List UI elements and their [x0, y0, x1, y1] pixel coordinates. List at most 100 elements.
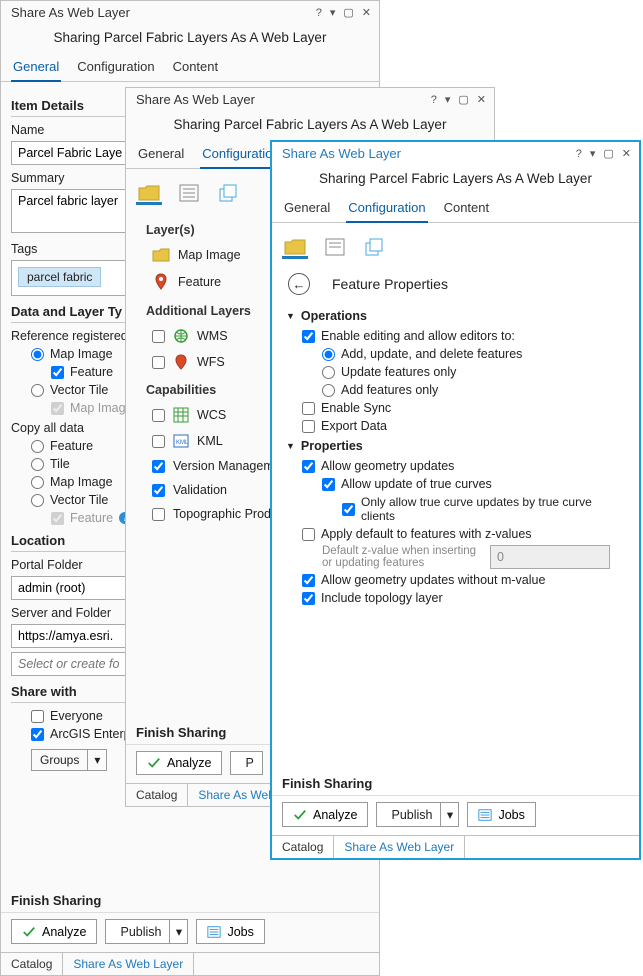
pane-feature-properties: Share As Web Layer ? ▾ ▢ ✕ Sharing Parce…	[270, 140, 641, 860]
tab-configuration[interactable]: Configuration	[346, 196, 427, 223]
radio-copy-vector-tile-label: Vector Tile	[50, 493, 108, 507]
analyze-button[interactable]: Analyze	[282, 802, 368, 827]
chevron-down-icon: ▾	[87, 750, 106, 770]
enable-editing-label: Enable editing and allow editors to:	[321, 329, 515, 343]
radio-update-only[interactable]	[322, 366, 335, 379]
collapse-icon[interactable]: ▼	[286, 441, 295, 451]
publish-button[interactable]: Publish ▾	[376, 802, 459, 827]
titlebar: Share As Web Layer ? ▾ ▢ ✕	[1, 1, 379, 22]
apply-default-z-label: Apply default to features with z-values	[321, 527, 532, 541]
radio-copy-vector-tile[interactable]	[31, 494, 44, 507]
wms-icon	[173, 328, 189, 344]
bottom-tab-catalog[interactable]: Catalog	[1, 953, 63, 975]
tab-general[interactable]: General	[282, 196, 332, 222]
layers-icon[interactable]	[216, 183, 242, 205]
check-export-data[interactable]	[302, 420, 315, 433]
jobs-button[interactable]: Jobs	[467, 802, 535, 827]
tab-content[interactable]: Content	[171, 55, 221, 81]
radio-copy-map-image[interactable]	[31, 476, 44, 489]
check-include-topology[interactable]	[302, 592, 315, 605]
svg-text:KML: KML	[176, 440, 189, 446]
radio-map-image[interactable]	[31, 348, 44, 361]
properties-icon[interactable]	[176, 183, 202, 205]
publish-button[interactable]: P	[230, 751, 262, 775]
window-box-icon[interactable]: ▢	[458, 93, 468, 106]
publish-dropdown[interactable]: ▾	[170, 919, 188, 944]
help-icon[interactable]: ?	[316, 7, 322, 19]
capabilities-heading: Capabilities	[146, 383, 216, 397]
folder-icon[interactable]	[282, 237, 308, 259]
groups-dropdown[interactable]: Groups▾	[31, 749, 107, 771]
collapse-icon[interactable]: ▼	[286, 311, 295, 321]
check-allow-geometry[interactable]	[302, 460, 315, 473]
add-only-label: Add features only	[341, 383, 438, 397]
analyze-button[interactable]: Analyze	[11, 919, 97, 944]
check-validation[interactable]	[152, 484, 165, 497]
radio-vector-tile[interactable]	[31, 384, 44, 397]
close-icon[interactable]: ✕	[477, 93, 486, 106]
check-feature[interactable]	[51, 366, 64, 379]
layers-icon[interactable]	[362, 237, 388, 259]
jobs-button[interactable]: Jobs	[196, 919, 264, 944]
check-wfs[interactable]	[152, 356, 165, 369]
validation-label: Validation	[173, 483, 227, 497]
analyze-button[interactable]: Analyze	[136, 751, 222, 775]
check-enable-sync[interactable]	[302, 402, 315, 415]
topographic-label: Topographic Prod	[173, 507, 271, 521]
operations-heading: Operations	[301, 309, 367, 323]
properties-icon[interactable]	[322, 237, 348, 259]
folder-icon[interactable]	[136, 183, 162, 205]
bottom-tab-share[interactable]: Share As Web Layer	[63, 953, 194, 975]
finish-heading: Finish Sharing	[272, 766, 639, 795]
window-title: Share As Web Layer	[282, 146, 401, 161]
window-box-icon[interactable]: ▢	[603, 147, 613, 160]
publish-button[interactable]: Publish ▾	[105, 919, 188, 944]
check-allow-true-curves[interactable]	[322, 478, 335, 491]
bottom-tab-catalog[interactable]: Catalog	[126, 784, 188, 806]
dropdown-icon[interactable]: ▾	[590, 147, 596, 160]
check-kml[interactable]	[152, 435, 165, 448]
radio-copy-map-image-label: Map Image	[50, 475, 113, 489]
check-only-true-curve[interactable]	[342, 503, 355, 516]
dropdown-icon[interactable]: ▾	[445, 93, 451, 106]
tag-chip[interactable]: parcel fabric	[18, 267, 101, 287]
radio-add-only[interactable]	[322, 384, 335, 397]
check-feature-sub	[51, 512, 64, 525]
help-icon[interactable]: ?	[431, 94, 437, 106]
bottom-tab-catalog[interactable]: Catalog	[272, 836, 334, 858]
check-enable-editing[interactable]	[302, 330, 315, 343]
check-icon	[22, 925, 36, 939]
window-box-icon[interactable]: ▢	[343, 6, 353, 19]
check-allow-without-m[interactable]	[302, 574, 315, 587]
wcs-label: WCS	[197, 408, 226, 422]
radio-copy-feature[interactable]	[31, 440, 44, 453]
publish-dropdown[interactable]: ▾	[441, 802, 459, 827]
check-topographic[interactable]	[152, 508, 165, 521]
tab-configuration[interactable]: Configuratio	[200, 142, 274, 169]
close-icon[interactable]: ✕	[362, 6, 371, 19]
check-version[interactable]	[152, 460, 165, 473]
tab-configuration[interactable]: Configuration	[75, 55, 156, 81]
check-wcs[interactable]	[152, 409, 165, 422]
tab-content[interactable]: Content	[442, 196, 492, 222]
check-wms[interactable]	[152, 330, 165, 343]
dropdown-icon[interactable]: ▾	[330, 6, 336, 19]
radio-copy-tile[interactable]	[31, 458, 44, 471]
tab-general[interactable]: General	[136, 142, 186, 168]
tab-general[interactable]: General	[11, 55, 61, 82]
tabs: General Configuration Content	[272, 196, 639, 223]
default-z-label: Default z-value when inserting or updati…	[322, 545, 482, 569]
check-icon	[147, 756, 161, 770]
help-icon[interactable]: ?	[576, 148, 582, 160]
check-apply-default-z[interactable]	[302, 528, 315, 541]
bottom-tab-share[interactable]: Share As Web Layer	[334, 836, 465, 858]
close-icon[interactable]: ✕	[622, 147, 631, 160]
default-z-input	[490, 545, 610, 569]
radio-add-update-delete[interactable]	[322, 348, 335, 361]
check-arcgis[interactable]	[31, 728, 44, 741]
back-button[interactable]: ←	[288, 273, 310, 295]
groups-dropdown-label: Groups	[32, 750, 87, 770]
check-everyone[interactable]	[31, 710, 44, 723]
check-feature-label: Feature	[70, 365, 113, 379]
allow-true-curves-label: Allow update of true curves	[341, 477, 492, 491]
